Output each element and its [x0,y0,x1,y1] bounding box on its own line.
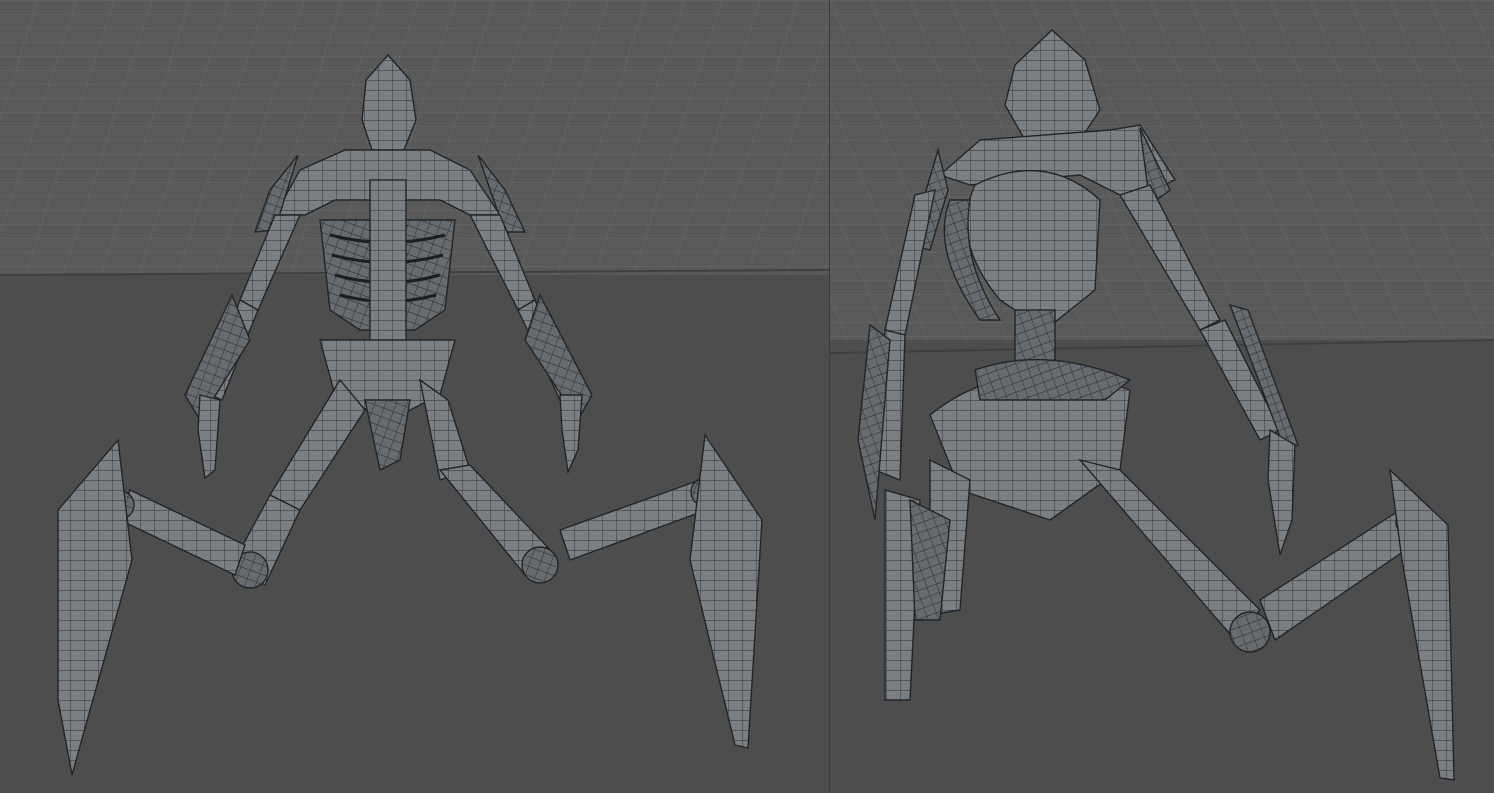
viewport-front-canvas[interactable] [0,0,830,793]
knee-joint-right [1229,611,1271,653]
viewport-front[interactable] [0,0,830,793]
knee-joint-right [521,546,559,584]
viewport-rear[interactable] [830,0,1494,793]
viewport-rear-canvas[interactable] [830,0,1494,793]
